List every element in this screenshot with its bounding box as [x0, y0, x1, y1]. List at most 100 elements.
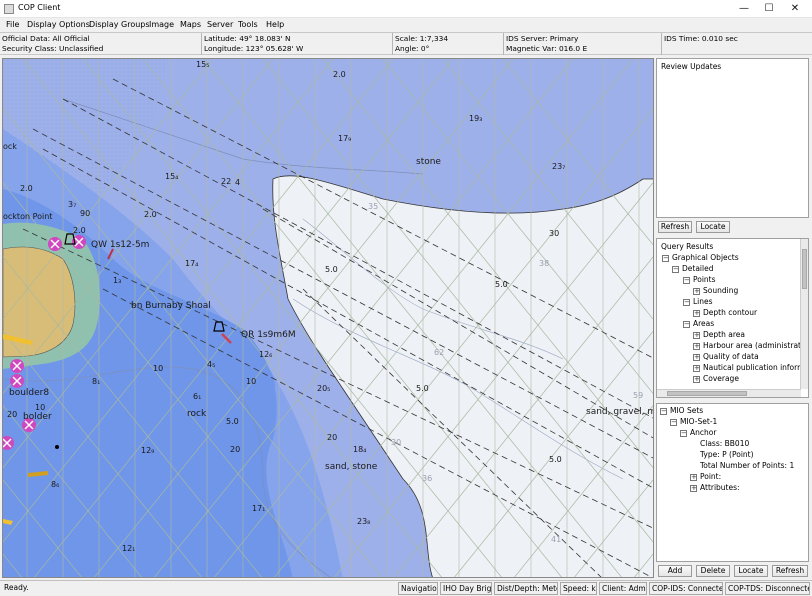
status-navigation: Navigation: [398, 582, 438, 595]
depth-sounding: 23₈: [357, 517, 370, 526]
mio-refresh-button[interactable]: Refresh: [772, 565, 808, 577]
scale-readout: Scale: 1:7,334: [395, 34, 449, 43]
tree-sounding[interactable]: Sounding: [703, 286, 738, 295]
tree-areas[interactable]: Areas: [693, 319, 714, 328]
chart-canvas[interactable]: ock ockton Point QW 1s12-5m bn Burnaby S…: [3, 59, 654, 578]
tree-mio-sets[interactable]: MIO Sets: [670, 406, 703, 415]
ids-time: IDS Time: 0.010 sec: [664, 34, 738, 43]
angle-readout: Angle: 0°: [395, 43, 430, 53]
status-speed: Speed: kn: [560, 582, 597, 595]
tree-anchor[interactable]: Anchor: [690, 428, 716, 437]
depth-sounding: 2.0: [73, 226, 86, 235]
menu-bar: File Display Options Display Groups Imag…: [0, 18, 812, 32]
depth-sounding: 20₅: [317, 384, 330, 393]
collapse-icon[interactable]: −: [680, 430, 687, 437]
tree-depth-contour[interactable]: Depth contour: [703, 308, 757, 317]
depth-sounding: 12₁: [122, 544, 135, 553]
depth-sounding: 17₄: [185, 259, 198, 268]
review-locate-button[interactable]: Locate: [696, 221, 730, 233]
depth-sounding: 38: [539, 259, 549, 268]
expand-icon[interactable]: +: [693, 288, 700, 295]
depth-sounding: 8₁: [92, 377, 100, 386]
title-bar: COP Client — ☐ ✕: [0, 0, 812, 18]
expand-icon[interactable]: +: [693, 354, 700, 361]
tree-class: Class: BB010: [700, 439, 750, 448]
tree-nautical-publication[interactable]: Nautical publication information: [703, 363, 808, 372]
tree-coverage[interactable]: Coverage: [703, 374, 739, 383]
expand-icon[interactable]: +: [690, 474, 697, 481]
menu-help[interactable]: Help: [266, 20, 284, 29]
ids-server: IDS Server: Primary: [506, 34, 579, 43]
scrollbar-thumb[interactable]: [802, 249, 807, 289]
window-title: COP Client: [18, 3, 61, 12]
depth-sounding: 6₁: [193, 392, 201, 401]
collapse-icon[interactable]: −: [683, 277, 690, 284]
review-updates-panel: Review Updates: [656, 58, 809, 218]
status-dist-depth: Dist/Depth: Meters: [494, 582, 558, 595]
tree-points[interactable]: Points: [693, 275, 716, 284]
mio-delete-button[interactable]: Delete: [696, 565, 730, 577]
tree-attributes[interactable]: Attributes:: [700, 483, 740, 492]
depth-sounding: 4: [235, 178, 240, 187]
collapse-icon[interactable]: −: [683, 299, 690, 306]
depth-sounding: 20: [230, 445, 240, 454]
review-refresh-button[interactable]: Refresh: [658, 221, 692, 233]
rock-label: ock: [3, 142, 17, 151]
menu-display-groups[interactable]: Display Groups: [89, 20, 150, 29]
collapse-icon[interactable]: −: [670, 419, 677, 426]
collapse-icon[interactable]: −: [683, 321, 690, 328]
expand-icon[interactable]: +: [693, 332, 700, 339]
mio-sets-panel: − MIO Sets − MIO-Set-1 − Anchor Class: B…: [656, 403, 809, 562]
minimize-icon[interactable]: —: [732, 2, 756, 16]
tree-detailed[interactable]: Detailed: [682, 264, 713, 273]
expand-icon[interactable]: +: [693, 365, 700, 372]
mio-add-button[interactable]: Add: [658, 565, 692, 577]
menu-display-options[interactable]: Display Options: [27, 20, 90, 29]
menu-image[interactable]: Image: [149, 20, 174, 29]
maximize-icon[interactable]: ☐: [757, 2, 781, 16]
depth-sounding: 10: [153, 364, 163, 373]
tree-quality-of-data[interactable]: Quality of data: [703, 352, 759, 361]
tree-harbour-area[interactable]: Harbour area (administrative): [703, 341, 808, 350]
scrollbar-thumb[interactable]: [667, 391, 747, 396]
tree-mio-set-1[interactable]: MIO-Set-1: [680, 417, 717, 426]
expand-icon[interactable]: +: [693, 310, 700, 317]
stone-label: stone: [416, 157, 441, 167]
depth-sounding: 1₃: [113, 276, 121, 285]
collapse-icon[interactable]: −: [672, 266, 679, 273]
sand-stone-label: sand, stone: [325, 462, 378, 472]
depth-sounding: 20: [327, 433, 337, 442]
nautical-chart-view[interactable]: ock ockton Point QW 1s12-5m bn Burnaby S…: [2, 58, 654, 578]
tree-graphical-objects[interactable]: Graphical Objects: [672, 253, 739, 262]
boulder8-label: boulder8: [9, 388, 49, 398]
query-vertical-scrollbar[interactable]: [800, 239, 808, 389]
time-cell: IDS Time: 0.010 sec: [662, 33, 812, 55]
menu-tools[interactable]: Tools: [238, 20, 258, 29]
close-icon[interactable]: ✕: [783, 2, 807, 16]
tree-point[interactable]: Point:: [700, 472, 721, 481]
menu-server[interactable]: Server: [207, 20, 233, 29]
mio-locate-button[interactable]: Locate: [734, 565, 768, 577]
status-bar: Ready. Navigation IHO Day Bright Dist/De…: [0, 580, 812, 596]
depth-sounding: 2.0: [20, 184, 33, 193]
depth-sounding: 10: [246, 377, 256, 386]
query-horizontal-scrollbar[interactable]: [657, 389, 801, 397]
review-updates-title: Review Updates: [661, 62, 722, 71]
official-data: Official Data: All Official: [2, 34, 90, 43]
depth-sounding: 2.0: [333, 70, 346, 79]
depth-sounding: 5.0: [495, 280, 508, 289]
collapse-icon[interactable]: −: [660, 408, 667, 415]
depth-sounding: 17₉: [338, 134, 351, 143]
tree-depth-area[interactable]: Depth area: [703, 330, 745, 339]
status-cop-ids: COP-IDS: Connected: [649, 582, 723, 595]
tree-lines[interactable]: Lines: [693, 297, 713, 306]
collapse-icon[interactable]: −: [662, 255, 669, 262]
depth-sounding: 30: [391, 438, 401, 447]
menu-maps[interactable]: Maps: [180, 20, 201, 29]
expand-icon[interactable]: +: [693, 376, 700, 383]
burnaby-shoal-label: bn Burnaby Shoal: [131, 301, 211, 311]
menu-file[interactable]: File: [6, 20, 19, 29]
expand-icon[interactable]: +: [693, 343, 700, 350]
status-iho: IHO Day Bright: [440, 582, 492, 595]
expand-icon[interactable]: +: [690, 485, 697, 492]
